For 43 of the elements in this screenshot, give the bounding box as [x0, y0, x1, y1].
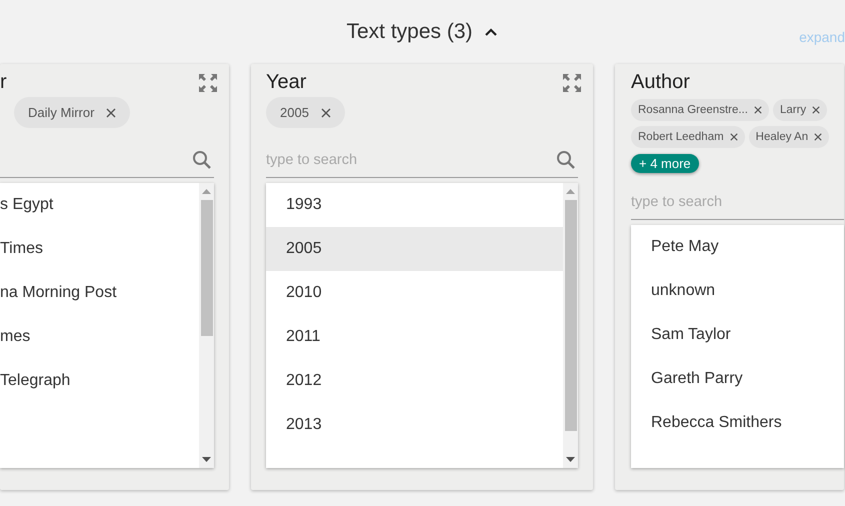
- search-icon[interactable]: [192, 150, 212, 170]
- close-icon[interactable]: [106, 108, 116, 118]
- list-item[interactable]: Pete May: [631, 225, 844, 269]
- filter-chip[interactable]: Rosanna Greenstre...: [631, 99, 769, 121]
- list-item[interactable]: 2010: [266, 271, 563, 315]
- list-item[interactable]: mes: [0, 315, 199, 359]
- list-item[interactable]: 2011: [266, 315, 563, 359]
- search-icon[interactable]: [556, 150, 576, 170]
- list-item[interactable]: s Egypt: [0, 183, 199, 227]
- list-item[interactable]: Rebecca Smithers: [631, 401, 844, 445]
- scrollbar[interactable]: [199, 183, 214, 468]
- close-icon[interactable]: [814, 133, 822, 141]
- list-item[interactable]: 2005: [266, 227, 563, 271]
- expand-icon[interactable]: [562, 73, 582, 93]
- scroll-down-icon[interactable]: [566, 457, 575, 463]
- list-item[interactable]: Gareth Parry: [631, 357, 844, 401]
- panel-title: Author: [631, 70, 690, 95]
- list-item[interactable]: Sam Taylor: [631, 313, 844, 357]
- panel-title: r: [0, 70, 7, 95]
- section-title: Text types (3): [346, 20, 473, 44]
- expand-icon[interactable]: [198, 73, 218, 93]
- list-item[interactable]: 2013: [266, 403, 563, 447]
- list-item[interactable]: 2012: [266, 359, 563, 403]
- list-item[interactable]: Times: [0, 227, 199, 271]
- panel-title: Year: [266, 70, 306, 95]
- list-item[interactable]: 1993: [266, 183, 563, 227]
- search-field[interactable]: type to search: [631, 194, 844, 210]
- close-icon[interactable]: [320, 108, 331, 118]
- filter-chip[interactable]: 2005: [266, 97, 345, 128]
- list-item[interactable]: unknown: [631, 269, 844, 313]
- filter-chip[interactable]: Healey An: [748, 126, 830, 148]
- list-item[interactable]: na Morning Post: [0, 271, 199, 315]
- scroll-down-icon[interactable]: [202, 457, 211, 463]
- close-icon[interactable]: [812, 106, 820, 114]
- close-icon[interactable]: [754, 106, 762, 114]
- list-item[interactable]: Telegraph: [0, 359, 199, 403]
- more-chip[interactable]: + 4 more: [631, 154, 699, 173]
- filter-chip[interactable]: Larry: [772, 99, 828, 121]
- filter-chip[interactable]: Robert Leedham: [631, 126, 745, 148]
- close-icon[interactable]: [730, 133, 738, 141]
- search-field[interactable]: type to search: [266, 152, 556, 168]
- scrollbar[interactable]: [563, 183, 578, 468]
- filter-chip[interactable]: Daily Mirror: [14, 97, 130, 128]
